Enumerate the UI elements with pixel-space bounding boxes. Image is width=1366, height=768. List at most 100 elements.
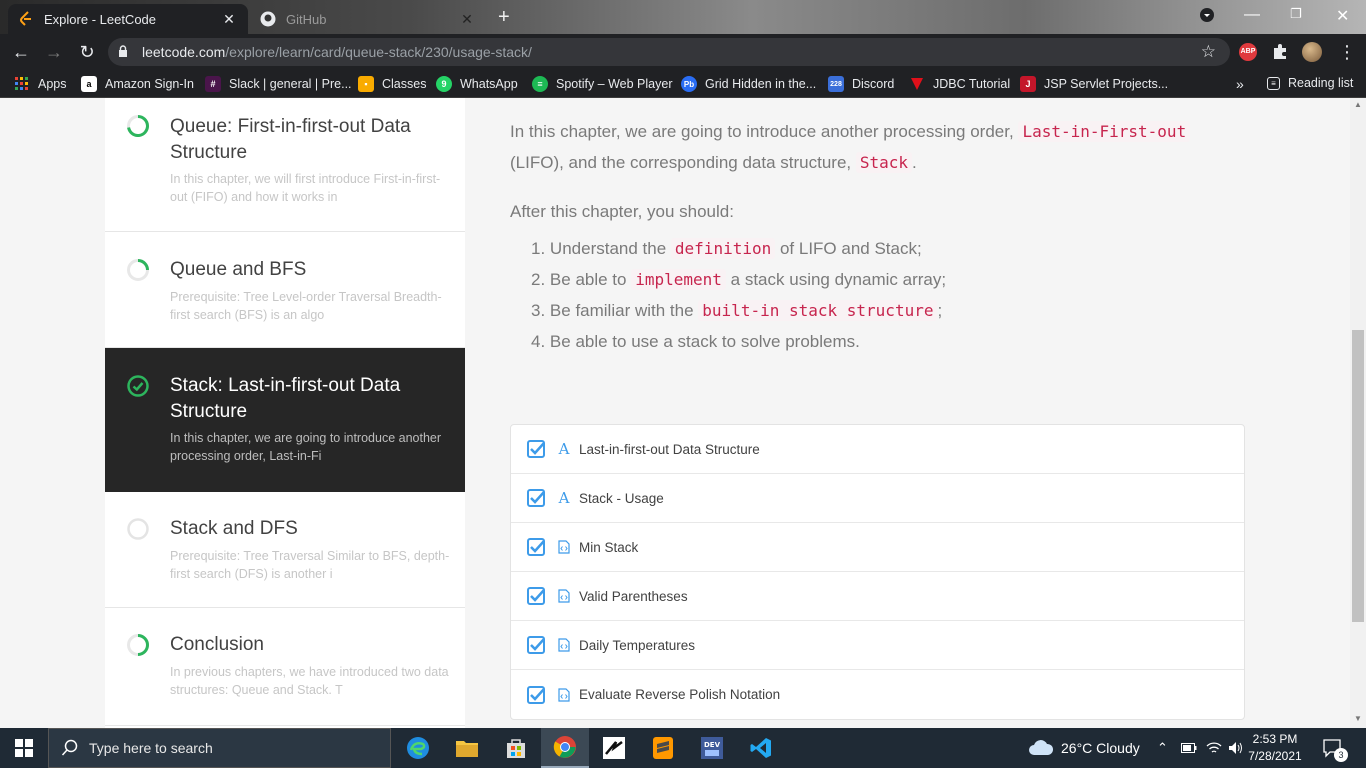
tool-app-icon[interactable] — [590, 728, 638, 768]
lesson-item[interactable]: Min Stack — [511, 523, 1244, 572]
profile-avatar[interactable] — [1302, 42, 1322, 62]
lesson-title: Last-in-first-out Data Structure — [579, 441, 760, 457]
tab-search-icon[interactable] — [1198, 6, 1216, 29]
chapter-description: In this chapter, we are going to introdu… — [170, 431, 442, 463]
objective-item: 3. Be familiar with the built-in stack s… — [531, 300, 943, 321]
address-bar[interactable]: leetcode.com/explore/learn/card/queue-st… — [108, 38, 1230, 66]
reload-icon[interactable]: ↻ — [76, 41, 98, 63]
lesson-title: Min Stack — [579, 539, 639, 555]
chapter-queue-fifo[interactable]: Queue: First-in-first-out Data Structure… — [105, 98, 465, 232]
tab-leetcode[interactable]: Explore - LeetCode ✕ — [8, 4, 248, 34]
battery-icon[interactable] — [1181, 728, 1197, 768]
bookmark-star-icon[interactable]: ☆ — [1201, 42, 1216, 62]
bookmark-spotify[interactable]: ≡ Spotify – Web Player — [532, 76, 673, 92]
chapter-stack-lifo[interactable]: Stack: Last-in-first-out Data Structure … — [105, 348, 465, 492]
search-icon — [61, 739, 78, 756]
search-placeholder: Type here to search — [89, 740, 213, 756]
chapter-title: Queue and BFS — [170, 259, 307, 280]
article-icon: A — [558, 440, 570, 458]
menu-kebab-icon[interactable]: ⋮ — [1336, 41, 1358, 63]
chapter-conclusion[interactable]: Conclusion In previous chapters, we have… — [105, 608, 465, 726]
github-icon — [260, 11, 276, 27]
bookmark-label: Discord — [852, 77, 895, 91]
file-explorer-icon[interactable] — [443, 728, 491, 768]
checkbox-checked-icon — [527, 489, 545, 507]
scrollbar-thumb[interactable] — [1352, 330, 1364, 622]
chapter-queue-bfs[interactable]: Queue and BFS Prerequisite: Tree Level-o… — [105, 232, 465, 348]
progress-ring-icon — [127, 259, 149, 281]
tray-expand-icon[interactable]: ⌃ — [1157, 728, 1168, 768]
reading-list-button[interactable]: ≡ Reading list — [1267, 76, 1353, 90]
bookmark-jdbc[interactable]: JDBC Tutorial — [909, 76, 1010, 92]
bookmark-label: Apps — [38, 77, 67, 91]
reading-list-icon: ≡ — [1267, 76, 1280, 90]
forward-icon[interactable]: → — [43, 41, 65, 63]
bookmark-discord[interactable]: 228 Discord — [828, 76, 894, 92]
notifications-icon[interactable]: 3 — [1322, 728, 1348, 768]
system-clock[interactable]: 2:53 PM 7/28/2021 — [1245, 731, 1305, 765]
scroll-down-icon[interactable]: ▼ — [1354, 714, 1362, 723]
inline-code: Stack — [855, 152, 913, 173]
vscode-icon[interactable] — [737, 728, 785, 768]
objectives-list: 1. Understand the definition of LIFO and… — [510, 233, 1245, 357]
windows-start-icon[interactable] — [0, 728, 48, 768]
taskbar-search-input[interactable]: Type here to search — [48, 728, 391, 768]
bookmark-apps[interactable]: Apps — [14, 76, 67, 92]
close-tab-icon[interactable]: ✕ — [220, 11, 238, 28]
edge-icon[interactable] — [394, 728, 442, 768]
calendar-icon: 228 — [828, 76, 844, 92]
adblock-icon[interactable]: ABP — [1239, 43, 1257, 61]
scroll-up-icon[interactable]: ▲ — [1354, 100, 1362, 109]
bookmark-jsp[interactable]: J JSP Servlet Projects... — [1020, 76, 1168, 92]
lesson-item[interactable]: A Last-in-first-out Data Structure — [511, 425, 1244, 474]
store-icon[interactable] — [492, 728, 540, 768]
cloud-icon — [1029, 740, 1054, 755]
tab-title: Explore - LeetCode — [44, 11, 157, 27]
back-icon[interactable]: ← — [10, 41, 32, 63]
apps-grid-icon — [14, 76, 30, 92]
checkbox-checked-icon — [527, 538, 545, 556]
whatsapp-icon: 9 — [436, 76, 452, 92]
browser-toolbar: ← → ↻ leetcode.com/explore/learn/card/qu… — [0, 34, 1366, 70]
bookmark-whatsapp[interactable]: 9 WhatsApp — [436, 76, 518, 92]
new-tab-icon[interactable]: + — [498, 6, 510, 29]
minimize-icon[interactable]: — — [1244, 6, 1260, 24]
close-tab-icon[interactable]: ✕ — [458, 11, 476, 28]
lesson-item[interactable]: A Stack - Usage — [511, 474, 1244, 523]
objective-item: 2. Be able to implement a stack using dy… — [531, 269, 947, 290]
chapter-stack-dfs[interactable]: Stack and DFS Prerequisite: Tree Travers… — [105, 492, 465, 608]
after-chapter-text: After this chapter, you should: — [510, 202, 734, 221]
intro-paragraph: In this chapter, we are going to introdu… — [510, 116, 1245, 178]
chrome-icon[interactable] — [541, 728, 589, 768]
bookmark-amazon[interactable]: a Amazon Sign-In — [81, 76, 194, 92]
bookmark-classes[interactable]: ▪ Classes — [358, 76, 426, 92]
page-scrollbar[interactable]: ▲ ▼ — [1350, 98, 1366, 728]
lesson-item[interactable]: Daily Temperatures — [511, 621, 1244, 670]
bookmark-slack[interactable]: # Slack | general | Pre... — [205, 76, 352, 92]
lesson-item[interactable]: Valid Parentheses — [511, 572, 1244, 621]
sublime-text-icon[interactable] — [639, 728, 687, 768]
bookmarks-bar: Apps a Amazon Sign-In # Slack | general … — [0, 70, 1366, 98]
code-file-icon — [558, 638, 570, 652]
volume-icon[interactable] — [1228, 728, 1244, 768]
jsp-icon: J — [1020, 76, 1036, 92]
article-icon: A — [558, 489, 570, 507]
wifi-icon[interactable] — [1206, 728, 1222, 768]
slack-icon: # — [205, 76, 221, 92]
chapter-title: Conclusion — [170, 634, 264, 655]
lesson-item[interactable]: Evaluate Reverse Polish Notation — [511, 670, 1244, 719]
notification-count-badge: 3 — [1334, 748, 1348, 762]
tab-github[interactable]: GitHub ✕ — [250, 4, 486, 34]
dev-app-icon[interactable]: DEV — [688, 728, 736, 768]
more-bookmarks-icon[interactable]: » — [1236, 76, 1244, 92]
chapter-title: Stack and DFS — [170, 518, 298, 539]
maximize-icon[interactable]: ❐ — [1290, 6, 1302, 22]
javatpoint-icon — [909, 76, 925, 92]
weather-widget[interactable]: 26°C Cloudy — [1028, 728, 1140, 768]
extensions-puzzle-icon[interactable] — [1271, 43, 1289, 61]
bookmark-grid-hidden[interactable]: Pb Grid Hidden in the... — [681, 76, 816, 92]
tab-title: GitHub — [286, 11, 327, 27]
code-file-icon — [558, 687, 570, 702]
bookmark-label: Classes — [382, 77, 427, 91]
close-window-icon[interactable]: ✕ — [1336, 6, 1349, 26]
